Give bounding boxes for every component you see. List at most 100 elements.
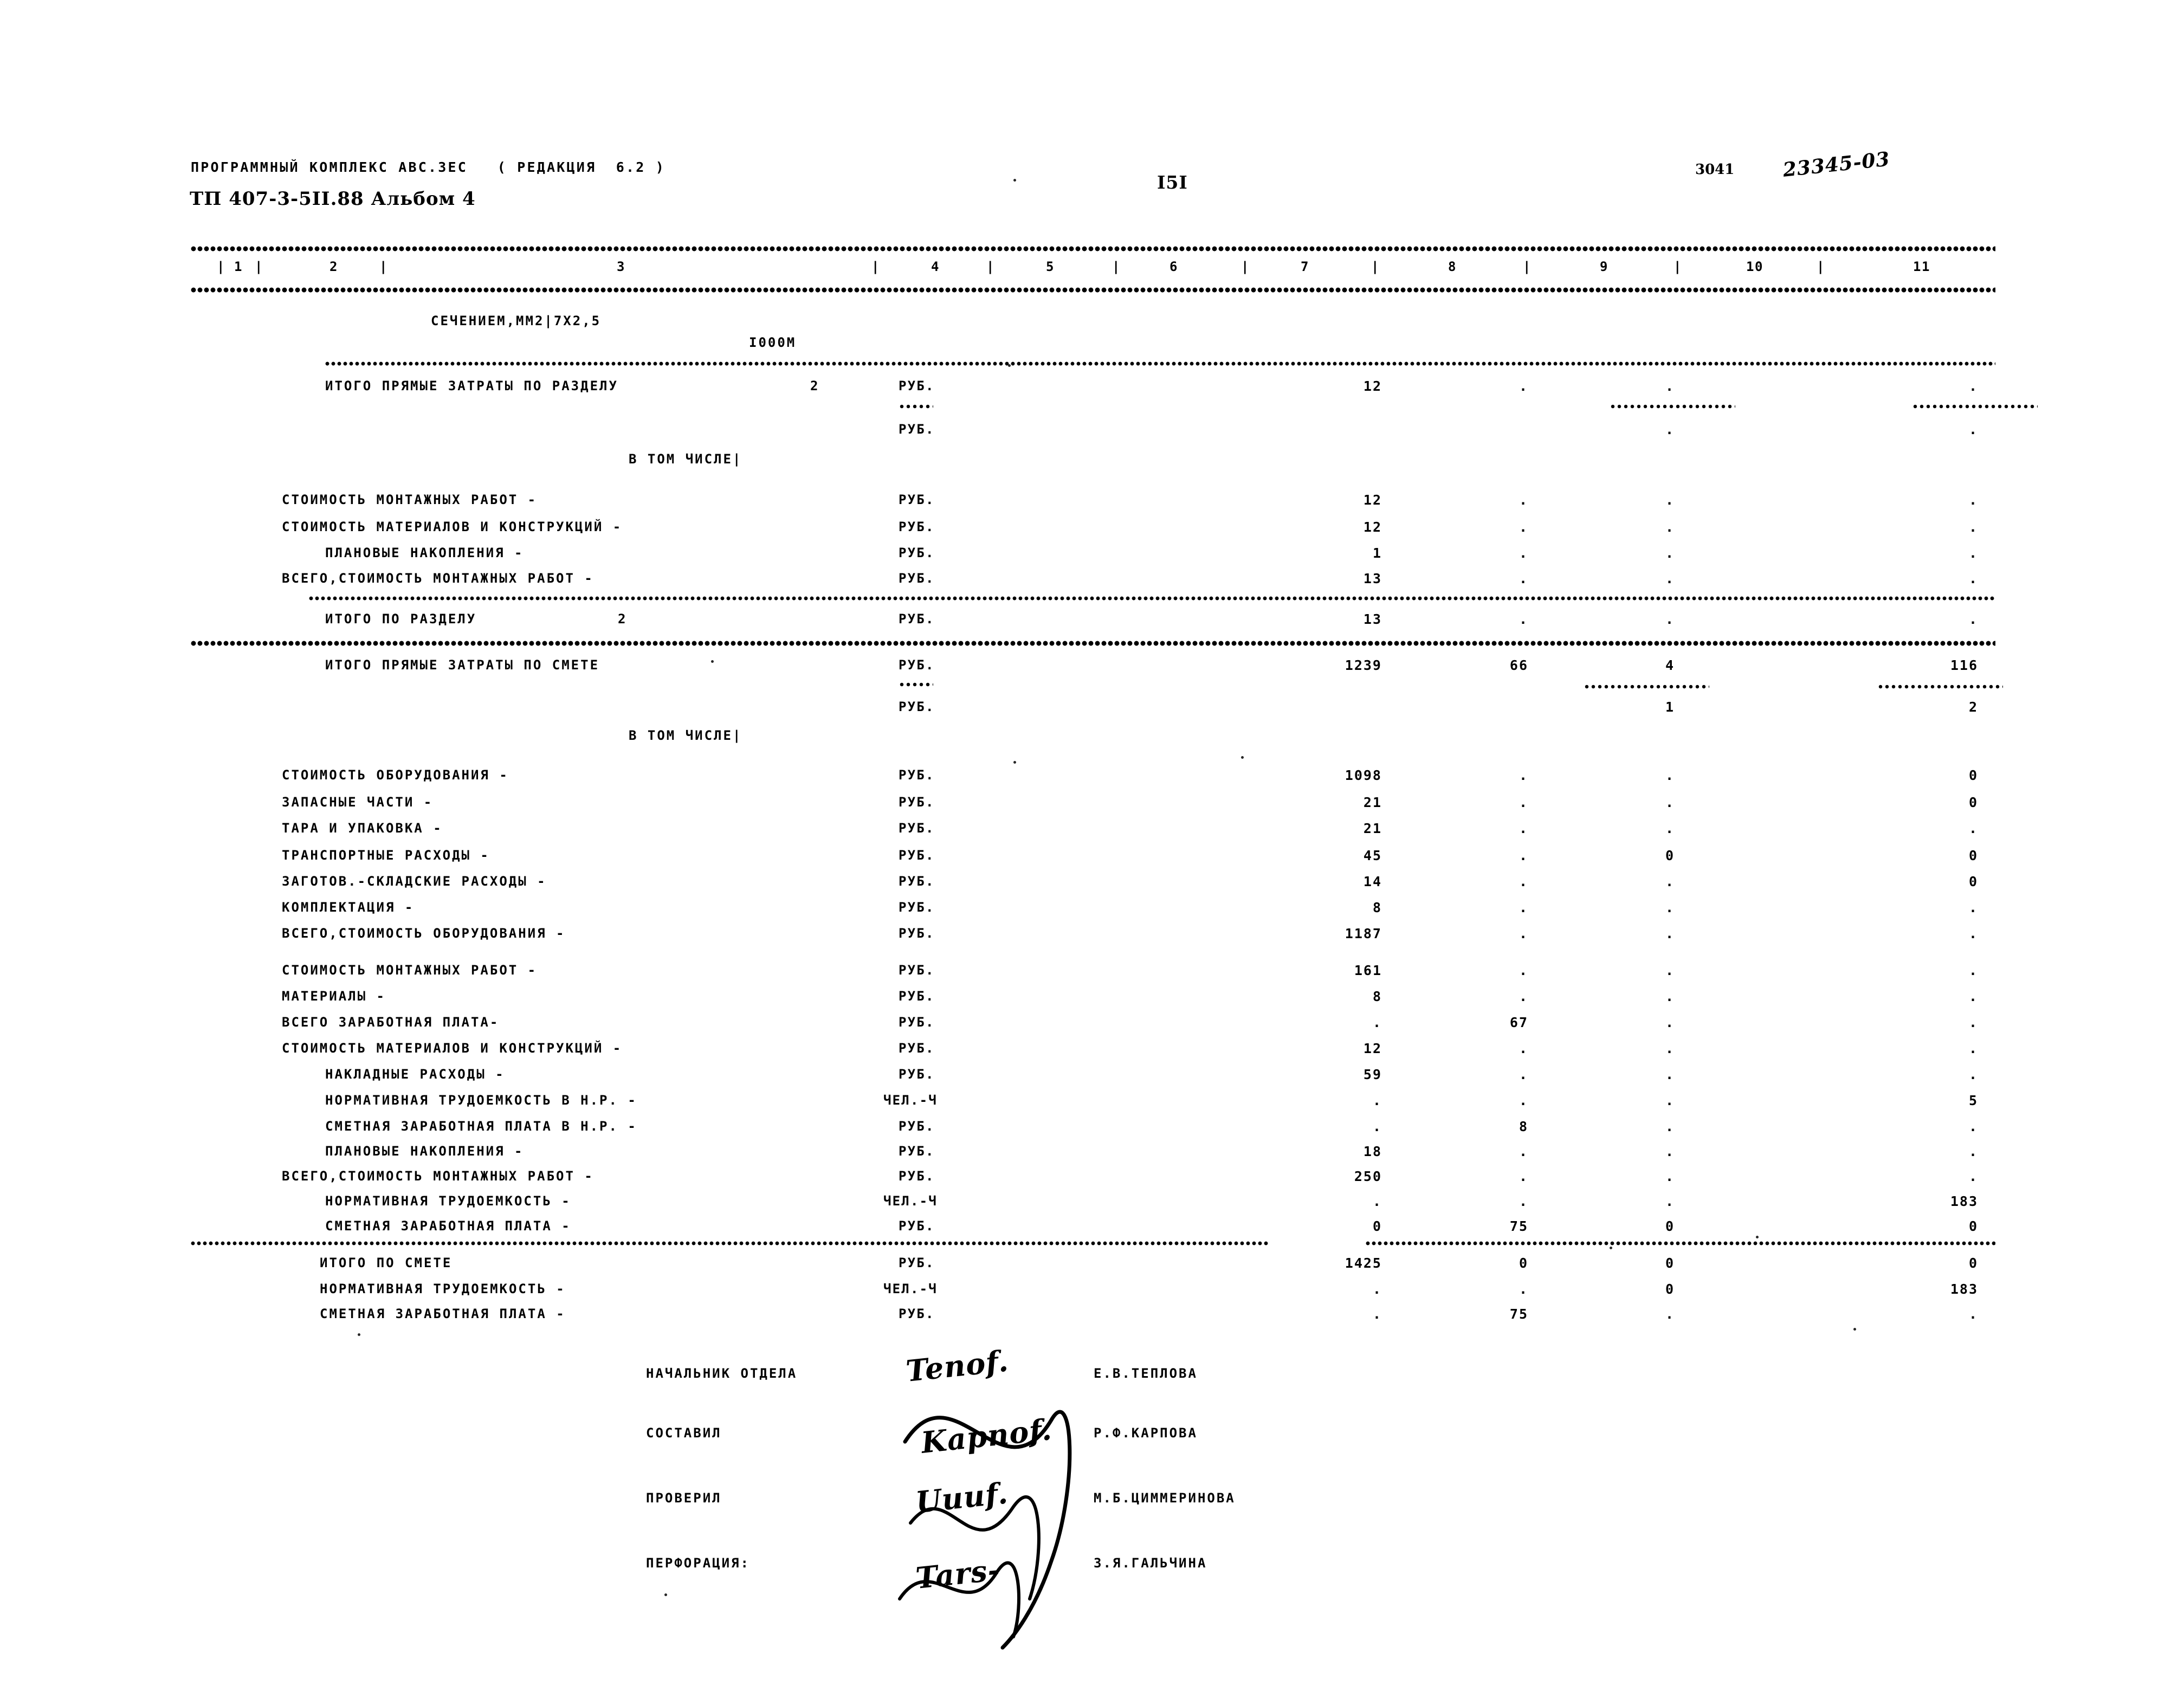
montage-row-c1-6: . <box>1372 1119 1382 1134</box>
section-row-c3-0: . <box>1665 492 1675 508</box>
col-sep-5: | <box>1112 259 1121 274</box>
equipment-row-label-0: СТОИМОСТЬ ОБОРУДОВАНИЯ - <box>282 767 509 783</box>
equipment-row-c4-1: 0 <box>1968 795 1978 810</box>
montage-row-unit-3: РУБ. <box>899 1041 935 1056</box>
montage-row-c3-1: . <box>1665 989 1675 1004</box>
col-num-10: 10 <box>1746 259 1763 274</box>
equipment-row-c1-1: 21 <box>1363 795 1382 810</box>
grand-total-unit-0: РУБ. <box>899 1255 935 1270</box>
equipment-row-unit-3: РУБ. <box>899 848 935 863</box>
montage-row-c2-10: 75 <box>1509 1218 1528 1234</box>
grand-total-label-2: СМЕТНАЯ ЗАРАБОТНАЯ ПЛАТА - <box>320 1306 566 1321</box>
in-that-number-label-1: В ТОМ ЧИСЛЕ| <box>629 451 742 467</box>
signature-name-2: М.Б.ЦИММЕРИНОВА <box>1094 1490 1236 1506</box>
section-subtotal-unit-2: РУБ. <box>899 422 935 437</box>
montage-row-c3-8: . <box>1665 1169 1675 1184</box>
montage-row-c2-9: . <box>1519 1193 1528 1209</box>
col-num-11: 11 <box>1913 259 1930 274</box>
equipment-row-c3-2: . <box>1665 821 1675 836</box>
section-total-number: 2 <box>618 611 628 627</box>
section-subtotal2-c4: . <box>1968 422 1978 437</box>
montage-row-c2-7: . <box>1519 1144 1528 1159</box>
grand-total-c1-1: . <box>1372 1281 1382 1297</box>
equipment-row-unit-0: РУБ. <box>899 767 935 783</box>
equipment-row-label-2: ТАРА И УПАКОВКА - <box>282 821 443 836</box>
montage-row-c3-0: . <box>1665 963 1675 978</box>
equipment-row-c1-2: 21 <box>1363 821 1382 836</box>
equipment-row-c2-0: . <box>1519 767 1528 783</box>
page-number: I5I <box>1157 172 1188 193</box>
equipment-row-c2-2: . <box>1519 821 1528 836</box>
equipment-row-unit-1: РУБ. <box>899 795 935 810</box>
grand-total-rule-left <box>191 1240 1269 1247</box>
estimate-total-s3: 1 <box>1665 699 1675 715</box>
col-num-4: 4 <box>931 259 940 274</box>
section-row-c4-2: . <box>1968 545 1978 561</box>
col-sep-9: | <box>1673 259 1682 274</box>
montage-row-c1-1: 8 <box>1372 989 1382 1004</box>
unit-underscore-1 <box>900 404 933 409</box>
scan-speck <box>1008 364 1011 367</box>
montage-row-c1-2: . <box>1372 1015 1382 1030</box>
montage-row-label-3: СТОИМОСТЬ МАТЕРИАЛОВ И КОНСТРУКЦИЙ - <box>282 1041 623 1056</box>
montage-row-c4-1: . <box>1968 989 1978 1004</box>
quantity-line: I000М <box>749 335 797 350</box>
montage-row-unit-0: РУБ. <box>899 963 935 978</box>
montage-row-unit-9: ЧЕЛ.-Ч <box>883 1193 938 1209</box>
scan-speck <box>711 660 714 663</box>
equipment-row-c4-3: 0 <box>1968 848 1978 863</box>
signature-name-1: Р.Ф.КАРПОВА <box>1094 1425 1198 1441</box>
equipment-row-c4-6: . <box>1968 926 1978 941</box>
section-total-label: ИТОГО ПО РАЗДЕЛУ <box>325 611 477 627</box>
equipment-row-label-6: ВСЕГО,СТОИМОСТЬ ОБОРУДОВАНИЯ - <box>282 926 566 941</box>
section-row-c2-0: . <box>1519 492 1528 508</box>
grand-total-c1-0: 1425 <box>1345 1255 1382 1271</box>
equipment-row-unit-2: РУБ. <box>899 821 935 836</box>
section-row-c3-3: . <box>1665 571 1675 586</box>
scan-speck <box>358 1333 360 1336</box>
grand-total-c2-0: 0 <box>1519 1255 1528 1271</box>
unit-underscore-2 <box>900 682 933 687</box>
montage-row-c3-10: 0 <box>1665 1218 1675 1234</box>
grand-total-label-0: ИТОГО ПО СМЕТЕ <box>320 1255 453 1270</box>
estimate-underline-c3 <box>1585 684 1709 689</box>
montage-row-unit-2: РУБ. <box>899 1015 935 1030</box>
section-subtotal2-c3: . <box>1665 422 1675 437</box>
signature-role-0: НАЧАЛЬНИК ОТДЕЛА <box>646 1366 798 1381</box>
signature-mark-2: Uuuf. <box>914 1475 1010 1520</box>
grand-total-c2-2: 75 <box>1509 1306 1528 1322</box>
section-total-rule-top <box>309 595 1995 602</box>
section-subtotal-unit: РУБ. <box>899 378 935 393</box>
equipment-row-c3-6: . <box>1665 926 1675 941</box>
montage-row-label-0: СТОИМОСТЬ МОНТАЖНЫХ РАБОТ - <box>282 963 538 978</box>
montage-row-c4-3: . <box>1968 1041 1978 1056</box>
montage-row-c1-3: 12 <box>1363 1041 1382 1056</box>
equipment-row-c1-4: 14 <box>1363 874 1382 889</box>
section-subtotal-c2: . <box>1519 378 1528 394</box>
estimate-total-unit-2: РУБ. <box>899 699 935 714</box>
signature-role-1: СОСТАВИЛ <box>646 1425 722 1441</box>
montage-row-c1-0: 161 <box>1354 963 1382 978</box>
montage-row-c4-7: . <box>1968 1144 1978 1159</box>
col-sep-2: | <box>379 259 388 274</box>
section-row-c2-3: . <box>1519 571 1528 586</box>
equipment-row-c2-1: . <box>1519 795 1528 810</box>
col-sep-10: | <box>1817 259 1825 274</box>
program-header-line: ПРОГРАММНЫЙ КОМПЛЕКС АВС.ЗЕС ( РЕДАКЦИЯ … <box>191 159 666 175</box>
col-sep-3: | <box>871 259 880 274</box>
equipment-row-c3-3: 0 <box>1665 848 1675 863</box>
equipment-row-c4-4: 0 <box>1968 874 1978 889</box>
equipment-row-c2-5: . <box>1519 900 1528 915</box>
col-num-7: 7 <box>1301 259 1309 274</box>
grand-total-c3-0: 0 <box>1665 1255 1675 1271</box>
stamp-number: 3041 <box>1695 162 1735 178</box>
montage-row-unit-6: РУБ. <box>899 1119 935 1134</box>
section-row-c4-0: . <box>1968 492 1978 508</box>
estimate-total-c1: 1239 <box>1345 657 1382 673</box>
montage-row-c1-4: 59 <box>1363 1067 1382 1082</box>
section-row-label-1: СТОИМОСТЬ МАТЕРИАЛОВ И КОНСТРУКЦИЙ - <box>282 519 623 534</box>
montage-row-unit-7: РУБ. <box>899 1144 935 1159</box>
section-row-label-3: ВСЕГО,СТОИМОСТЬ МОНТАЖНЫХ РАБОТ - <box>282 571 594 586</box>
montage-row-c4-8: . <box>1968 1169 1978 1184</box>
montage-row-c3-4: . <box>1665 1067 1675 1082</box>
